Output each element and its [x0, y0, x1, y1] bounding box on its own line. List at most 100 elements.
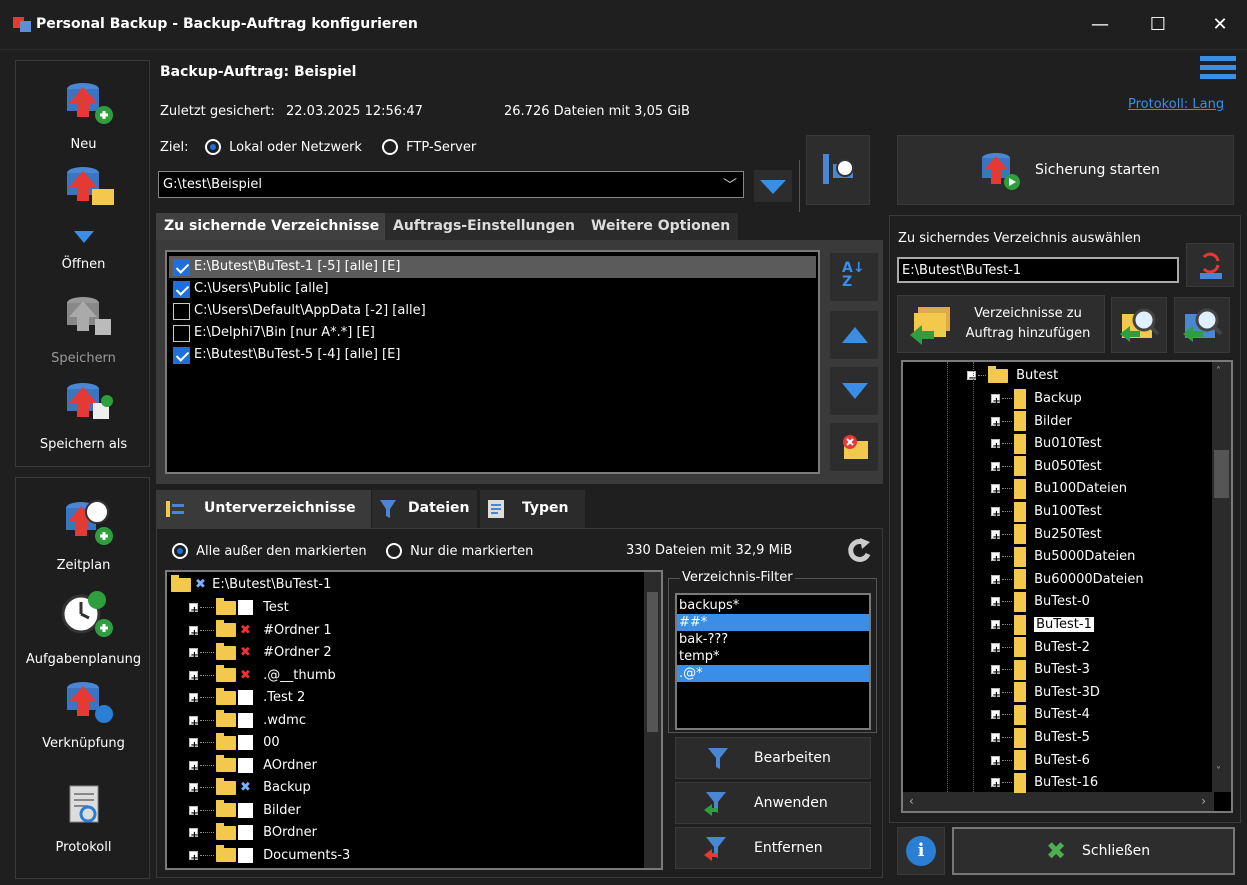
- subdir-item[interactable]: ✖ #Ordner 2: [189, 641, 332, 667]
- refresh-icon[interactable]: [844, 536, 876, 564]
- excluded-mark-icon[interactable]: ✖: [238, 668, 253, 683]
- task-planning-button[interactable]: Aufgabenplanung: [16, 588, 151, 672]
- expand-icon[interactable]: [991, 706, 1001, 729]
- scroll-down-icon[interactable]: ˅: [1216, 766, 1221, 777]
- expand-icon[interactable]: [991, 413, 1001, 436]
- shortcut-button[interactable]: Verknüpfung: [16, 676, 151, 758]
- subdir-tree-scrollbar[interactable]: [644, 572, 661, 868]
- subdir-item[interactable]: BOrdner: [189, 821, 317, 847]
- drive-refresh-button[interactable]: [1186, 243, 1234, 287]
- dropdown-arrow-icon[interactable]: [74, 231, 94, 243]
- expand-icon[interactable]: [189, 667, 199, 690]
- directory-checkbox[interactable]: [173, 258, 190, 276]
- subdir-item[interactable]: .wdmc: [189, 709, 306, 735]
- expand-icon[interactable]: [991, 593, 1001, 616]
- expand-icon[interactable]: [189, 757, 199, 780]
- directory-list[interactable]: E:\Butest\BuTest-1 [-5] [alle] [E] C:\Use…: [165, 250, 820, 474]
- radio-only-marked[interactable]: Nur die markierten: [386, 543, 533, 559]
- tree-item[interactable]: BuTest-6: [991, 749, 1090, 775]
- target-path-combo[interactable]: G:\test\Beispiel ﹀: [158, 171, 744, 198]
- subdir-item[interactable]: ✖ Backup: [189, 776, 311, 802]
- tab-job-settings[interactable]: Auftrags-Einstellungen: [385, 213, 583, 241]
- filter-apply-button[interactable]: Anwenden: [675, 782, 871, 824]
- tree-item[interactable]: BuTest-2: [991, 636, 1090, 662]
- filter-item[interactable]: backups*: [677, 597, 869, 614]
- expand-icon[interactable]: [991, 458, 1001, 481]
- directory-list-item[interactable]: E:\Delphi7\Bin [nur A*.*] [E]: [169, 322, 816, 344]
- info-button[interactable]: i: [897, 827, 945, 875]
- radio-only-marked-indicator[interactable]: [386, 543, 402, 559]
- tree-item[interactable]: BuTest-3D: [991, 681, 1100, 707]
- filter-item[interactable]: .@*: [677, 665, 869, 682]
- subdir-item[interactable]: 00: [189, 731, 280, 757]
- subdir-root[interactable]: ✖ E:\Butest\BuTest-1: [171, 573, 331, 596]
- expand-icon[interactable]: [991, 661, 1001, 684]
- tree-item[interactable]: Bu5000Dateien: [991, 545, 1135, 571]
- expand-icon[interactable]: [189, 712, 199, 735]
- open-button[interactable]: Öffnen: [16, 161, 151, 273]
- tree-item[interactable]: BuTest-3: [991, 658, 1090, 684]
- tree-item[interactable]: Bilder: [991, 410, 1072, 436]
- excluded-mark-icon[interactable]: ✖: [238, 645, 253, 660]
- expand-icon[interactable]: [189, 599, 199, 622]
- radio-all-except[interactable]: Alle außer den markierten: [172, 543, 367, 559]
- expand-icon[interactable]: [991, 390, 1001, 413]
- schedule-button[interactable]: Zeitplan: [16, 496, 151, 578]
- directory-list-item[interactable]: E:\Butest\BuTest-5 [-4] [alle] [E]: [169, 344, 816, 366]
- combo-chevron-icon[interactable]: ﹀: [723, 175, 737, 195]
- tab-directories[interactable]: Zu sichernde Verzeichnisse: [156, 213, 388, 241]
- browse-target-button[interactable]: [806, 135, 870, 205]
- tree-root-item[interactable]: Butest: [967, 364, 1058, 390]
- expand-icon[interactable]: [189, 622, 199, 645]
- directory-checkbox[interactable]: [173, 346, 190, 364]
- filter-item[interactable]: ##*: [677, 614, 869, 631]
- directory-tree-hscroll[interactable]: ‹ ›: [903, 792, 1214, 811]
- directory-list-item[interactable]: C:\Users\Default\AppData [-2] [alle]: [169, 300, 816, 322]
- close-window-button[interactable]: ✕: [1197, 8, 1243, 42]
- scroll-right-icon[interactable]: ›: [1201, 794, 1206, 808]
- find-folder-button[interactable]: [1111, 297, 1167, 353]
- expand-icon[interactable]: [991, 480, 1001, 503]
- remove-dir-button[interactable]: [829, 422, 879, 472]
- expand-icon[interactable]: [189, 847, 199, 870]
- unmarked-box-icon[interactable]: [238, 600, 253, 615]
- save-as-button[interactable]: Speichern als: [16, 377, 151, 457]
- expand-icon[interactable]: [991, 503, 1001, 526]
- subdir-item[interactable]: AOrdner: [189, 754, 317, 780]
- close-dialog-button[interactable]: ✖ Schließen: [952, 827, 1235, 875]
- expand-icon[interactable]: [991, 774, 1001, 797]
- directory-tree-vscroll[interactable]: ˄ ˅: [1212, 362, 1231, 792]
- new-button[interactable]: Neu: [16, 77, 151, 157]
- scroll-left-icon[interactable]: ‹: [909, 794, 914, 808]
- expand-icon[interactable]: [991, 526, 1001, 549]
- unmarked-box-icon[interactable]: [238, 690, 253, 705]
- tree-item[interactable]: BuTest-16: [991, 771, 1098, 797]
- directory-checkbox[interactable]: [173, 324, 190, 342]
- collapse-icon[interactable]: [967, 367, 977, 390]
- tree-item[interactable]: Bu050Test: [991, 455, 1102, 481]
- radio-all-except-indicator[interactable]: [172, 543, 188, 559]
- expand-icon[interactable]: [189, 824, 199, 847]
- radio-local-indicator[interactable]: [205, 139, 221, 155]
- filter-item[interactable]: bak-???: [677, 631, 869, 648]
- tree-item[interactable]: BuTest-5: [991, 726, 1090, 752]
- tree-item[interactable]: Bu100Dateien: [991, 477, 1127, 503]
- expand-icon[interactable]: [991, 616, 1001, 639]
- directory-checkbox[interactable]: [173, 280, 190, 298]
- directory-list-item[interactable]: E:\Butest\BuTest-1 [-5] [alle] [E]: [169, 256, 816, 278]
- find-network-button[interactable]: [1174, 297, 1230, 353]
- radio-local[interactable]: Lokal oder Netzwerk: [205, 139, 362, 155]
- filter-item[interactable]: temp*: [677, 648, 869, 665]
- directory-checkbox[interactable]: [173, 302, 190, 320]
- unmarked-box-icon[interactable]: [238, 757, 253, 773]
- add-dirs-button[interactable]: Verzeichnisse zu Auftrag hinzufügen: [897, 295, 1105, 353]
- subdir-tree[interactable]: ✖ E:\Butest\BuTest-1 Test✖ #Ordner 1✖ #O…: [165, 570, 663, 870]
- tree-item[interactable]: BuTest-4: [991, 703, 1090, 729]
- protocol-link[interactable]: Protokoll: Lang: [1128, 97, 1224, 112]
- radio-ftp-indicator[interactable]: [382, 139, 398, 155]
- directory-list-item[interactable]: C:\Users\Public [alle]: [169, 278, 816, 300]
- tree-item[interactable]: Bu250Test: [991, 523, 1102, 549]
- expand-icon[interactable]: [991, 729, 1001, 752]
- expand-icon[interactable]: [991, 571, 1001, 594]
- subtab-files[interactable]: Dateien: [372, 490, 477, 528]
